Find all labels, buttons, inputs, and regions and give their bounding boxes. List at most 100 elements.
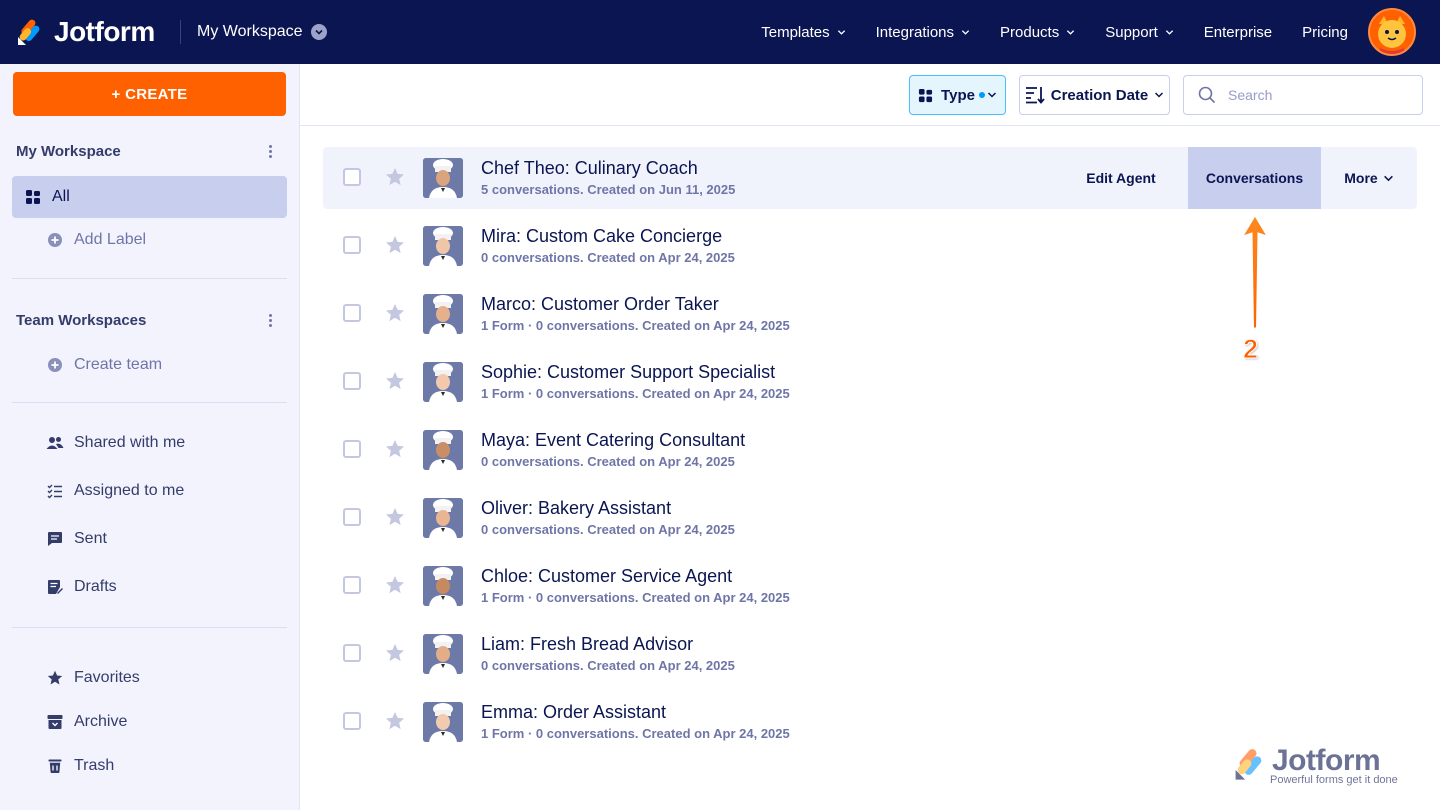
sidebar-item-label: Archive	[74, 713, 128, 730]
agent-row[interactable]: Chef Theo: Culinary Coach 5 conversation…	[323, 147, 1417, 209]
my-workspace-menu-icon[interactable]	[262, 143, 278, 159]
chevron-down-icon	[961, 29, 970, 35]
archive-icon	[46, 713, 64, 731]
nav-enterprise[interactable]: Enterprise	[1204, 24, 1272, 41]
row-checkbox[interactable]	[343, 304, 361, 322]
edit-agent-button[interactable]: Edit Agent	[1054, 147, 1188, 209]
row-checkbox[interactable]	[343, 644, 361, 662]
sidebar-item-trash[interactable]: Trash	[12, 745, 287, 787]
create-button[interactable]: + CREATE	[13, 72, 286, 116]
team-workspaces-title: Team Workspaces	[16, 312, 147, 329]
star-icon[interactable]	[385, 235, 405, 255]
search-input[interactable]	[1228, 87, 1408, 103]
grid-icon	[918, 88, 933, 102]
jotform-logo[interactable]: Jotform	[16, 15, 155, 49]
star-icon[interactable]	[385, 575, 405, 595]
draft-icon	[46, 578, 64, 596]
main-nav: Templates Integrations Products Support …	[761, 0, 1348, 64]
star-icon[interactable]	[385, 507, 405, 527]
checklist-icon	[46, 482, 64, 500]
agent-title[interactable]: Marco: Customer Order Taker	[481, 294, 719, 315]
workspace-switcher[interactable]: My Workspace	[197, 20, 327, 44]
sidebar-divider	[12, 278, 287, 279]
star-icon[interactable]	[385, 167, 405, 187]
team-workspaces-menu-icon[interactable]	[262, 312, 278, 328]
jotform-logo-icon	[1235, 749, 1262, 780]
sidebar-divider	[12, 627, 287, 628]
type-filter-button[interactable]: Type	[909, 75, 1006, 115]
my-workspace-title: My Workspace	[16, 143, 121, 160]
star-icon	[46, 669, 64, 687]
sidebar-item-add-label[interactable]: Add Label	[12, 219, 287, 261]
agent-title[interactable]: Liam: Fresh Bread Advisor	[481, 634, 693, 655]
agent-title[interactable]: Mira: Custom Cake Concierge	[481, 226, 722, 247]
sidebar-item-label: Drafts	[74, 578, 117, 595]
row-checkbox[interactable]	[343, 236, 361, 254]
nav-item-label: Enterprise	[1203, 23, 1273, 41]
agent-meta: 0 conversations. Created on Apr 24, 2025	[481, 658, 735, 673]
chevron-down-icon	[1165, 29, 1173, 35]
top-navigation-bar: Jotform My Workspace Templates Integrati…	[0, 0, 1440, 64]
agent-title[interactable]: Emma: Order Assistant	[481, 702, 666, 723]
agent-meta: 1 Form · 0 conversations. Created on Apr…	[481, 386, 790, 401]
user-avatar-image	[1370, 10, 1414, 54]
nav-pricing[interactable]: Pricing	[1302, 24, 1348, 41]
star-icon[interactable]	[385, 643, 405, 663]
agent-meta: 0 conversations. Created on Apr 24, 2025	[481, 250, 735, 265]
nav-support[interactable]: Support	[1105, 24, 1174, 41]
sidebar-item-label: Assigned to me	[74, 482, 185, 499]
star-icon[interactable]	[385, 711, 405, 731]
sidebar-item-shared-with-me[interactable]: Shared with me	[12, 422, 287, 464]
sort-button[interactable]: Creation Date	[1019, 75, 1170, 115]
row-checkbox[interactable]	[343, 440, 361, 458]
star-icon[interactable]	[385, 439, 405, 459]
watermark-tagline: Powerful forms get it done	[1270, 774, 1398, 786]
nav-templates[interactable]: Templates	[761, 24, 845, 41]
sidebar-item-label: Create team	[74, 356, 163, 373]
more-button[interactable]: More	[1321, 147, 1417, 209]
users-icon	[46, 434, 64, 452]
nav-integrations[interactable]: Integrations	[876, 24, 970, 41]
agent-row[interactable]: Liam: Fresh Bread Advisor 0 conversation…	[323, 623, 1417, 685]
row-actions: Edit Agent Conversations More	[1054, 147, 1417, 209]
conversations-button[interactable]: Conversations	[1188, 147, 1321, 209]
star-icon[interactable]	[385, 303, 405, 323]
agent-row[interactable]: Chloe: Customer Service Agent 1 Form · 0…	[323, 555, 1417, 617]
agent-title[interactable]: Chef Theo: Culinary Coach	[481, 158, 698, 179]
user-avatar[interactable]	[1368, 8, 1416, 56]
sidebar-item-all[interactable]: All	[12, 176, 287, 218]
agent-avatar	[423, 702, 463, 742]
nav-item-label: Integrations	[875, 23, 955, 41]
sidebar-item-label: Favorites	[74, 669, 140, 686]
row-checkbox[interactable]	[343, 168, 361, 186]
row-checkbox[interactable]	[343, 576, 361, 594]
chevron-down-icon	[987, 92, 996, 98]
row-checkbox[interactable]	[343, 508, 361, 526]
plus-circle-icon	[46, 356, 64, 374]
sidebar-item-favorites[interactable]: Favorites	[12, 657, 287, 699]
agent-title[interactable]: Maya: Event Catering Consultant	[481, 430, 745, 451]
sidebar-item-sent[interactable]: Sent	[12, 518, 287, 560]
sidebar-item-create-team[interactable]: Create team	[12, 344, 287, 386]
sidebar-item-assigned-to-me[interactable]: Assigned to me	[12, 470, 287, 512]
row-checkbox[interactable]	[343, 712, 361, 730]
agent-title[interactable]: Chloe: Customer Service Agent	[481, 566, 732, 587]
grid-icon	[24, 188, 42, 206]
message-icon	[46, 530, 64, 548]
agent-avatar	[423, 362, 463, 402]
sort-label: Creation Date	[1050, 86, 1149, 104]
list-toolbar: Type Creation Date	[300, 64, 1440, 126]
sidebar-item-drafts[interactable]: Drafts	[12, 566, 287, 608]
sidebar-item-archive[interactable]: Archive	[12, 701, 287, 743]
nav-products[interactable]: Products	[1000, 24, 1075, 41]
agent-meta: 1 Form · 0 conversations. Created on Apr…	[481, 590, 790, 605]
agent-row[interactable]: Maya: Event Catering Consultant 0 conver…	[323, 419, 1417, 481]
agent-title[interactable]: Oliver: Bakery Assistant	[481, 498, 671, 519]
agent-avatar	[423, 566, 463, 606]
agent-row[interactable]: Oliver: Bakery Assistant 0 conversations…	[323, 487, 1417, 549]
search-box[interactable]	[1183, 75, 1423, 115]
star-icon[interactable]	[385, 371, 405, 391]
agent-title[interactable]: Sophie: Customer Support Specialist	[481, 362, 775, 383]
workspace-switcher-label: My Workspace	[197, 23, 303, 40]
row-checkbox[interactable]	[343, 372, 361, 390]
